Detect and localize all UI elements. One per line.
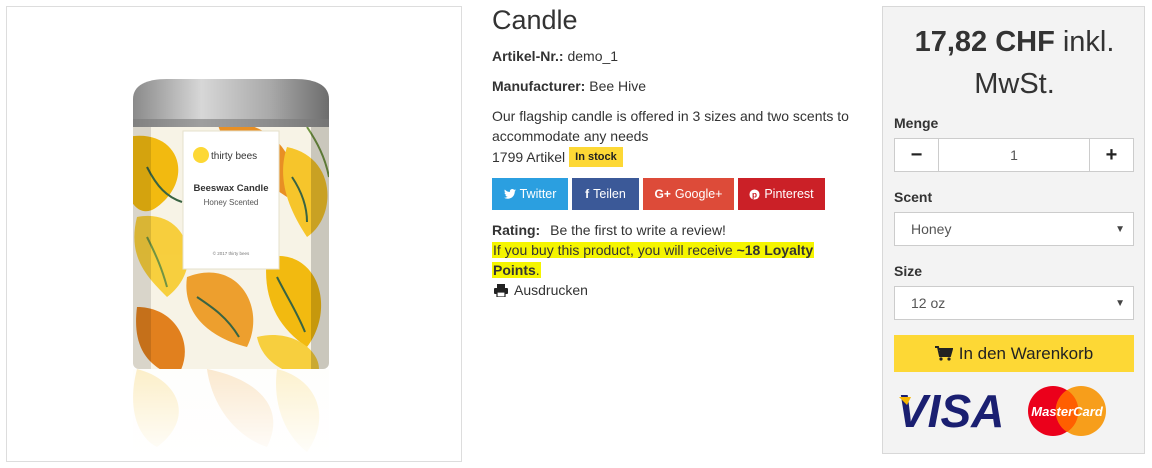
- quantity-available: 1799 Artikel: [492, 149, 566, 165]
- mastercard-text: MasterCard: [1031, 404, 1104, 419]
- size-select[interactable]: 12 oz ▼: [894, 286, 1134, 320]
- reference-row: Artikel-Nr.: demo_1: [492, 46, 618, 66]
- price-block: 17,82 CHF inkl. MwSt.: [883, 21, 1146, 105]
- payment-logos: VISA MasterCard: [897, 385, 1106, 437]
- facebook-share-button[interactable]: f Teilen: [572, 178, 639, 210]
- rating-row: Rating: Be the first to write a review!: [492, 220, 726, 240]
- image-footer-text: © 2017 thirty bees: [213, 250, 250, 256]
- printer-icon: [494, 283, 508, 297]
- size-label: Size: [894, 263, 923, 279]
- loyalty-suffix: .: [535, 262, 540, 278]
- image-product-name: Beeswax Candle: [194, 183, 269, 194]
- rating-text: Be the first to write a review!: [550, 222, 726, 238]
- googleplus-icon: G+: [654, 187, 671, 201]
- facebook-label: Teilen: [593, 187, 626, 201]
- twitter-label: Twitter: [519, 187, 557, 201]
- cart-icon: [934, 346, 953, 361]
- manufacturer-row: Manufacturer: Bee Hive: [492, 76, 646, 96]
- product-image[interactable]: thirty bees Beeswax Candle Honey Scented…: [7, 7, 462, 462]
- product-title: Candle: [492, 5, 578, 35]
- pinterest-label: Pinterest: [764, 187, 814, 201]
- print-link[interactable]: Ausdrucken: [494, 280, 588, 300]
- twitter-share-button[interactable]: Twitter: [492, 178, 568, 210]
- rating-label: Rating:: [492, 222, 541, 238]
- stock-line: 1799 Artikel In stock: [492, 147, 623, 167]
- manufacturer-label: Manufacturer:: [492, 78, 586, 94]
- scent-selected-value: Honey: [911, 221, 952, 237]
- quantity-increment-button[interactable]: +: [1090, 139, 1133, 171]
- size-selected-value: 12 oz: [911, 295, 946, 311]
- add-to-cart-button[interactable]: In den Warenkorb: [894, 335, 1134, 372]
- price-value: 17,82 CHF: [914, 26, 1055, 58]
- svg-text:p: p: [752, 190, 757, 199]
- loyalty-points-note: If you buy this product, you will receiv…: [492, 240, 822, 280]
- scent-select[interactable]: Honey ▼: [894, 212, 1134, 246]
- reference-label: Artikel-Nr.:: [492, 48, 564, 64]
- chevron-down-icon: ▼: [1115, 298, 1125, 309]
- image-brand-text: thirty bees: [211, 151, 257, 162]
- buy-box: 17,82 CHF inkl. MwSt. Menge − 1 + Scent …: [882, 6, 1145, 454]
- quantity-label: Menge: [894, 115, 939, 131]
- visa-logo: VISA: [897, 385, 1004, 437]
- print-label: Ausdrucken: [514, 282, 588, 298]
- twitter-bird-icon: [503, 189, 516, 199]
- product-description: Our flagship candle is offered in 3 size…: [492, 108, 849, 144]
- scent-label: Scent: [894, 189, 933, 205]
- add-to-cart-label: In den Warenkorb: [958, 343, 1094, 363]
- googleplus-label: Google+: [674, 187, 723, 201]
- mastercard-logo: MasterCard: [1028, 386, 1106, 436]
- facebook-icon: f: [585, 187, 590, 201]
- quantity-decrement-button[interactable]: −: [895, 139, 938, 171]
- share-buttons: Twitter f Teilen G+ Google+ p Pinterest: [492, 178, 825, 210]
- stock-badge: In stock: [569, 147, 623, 167]
- manufacturer-value[interactable]: Bee Hive: [589, 78, 646, 94]
- reference-value: demo_1: [567, 48, 619, 64]
- pinterest-share-button[interactable]: p Pinterest: [738, 178, 825, 210]
- googleplus-share-button[interactable]: G+ Google+: [643, 178, 734, 210]
- quantity-stepper: − 1 +: [894, 138, 1134, 172]
- image-product-sub: Honey Scented: [204, 198, 259, 207]
- quantity-input[interactable]: 1: [938, 139, 1090, 171]
- chevron-down-icon: ▼: [1115, 224, 1125, 235]
- loyalty-prefix: If you buy this product, you will receiv…: [493, 242, 737, 258]
- pinterest-icon: p: [749, 188, 760, 200]
- product-image-frame[interactable]: thirty bees Beeswax Candle Honey Scented…: [6, 6, 462, 462]
